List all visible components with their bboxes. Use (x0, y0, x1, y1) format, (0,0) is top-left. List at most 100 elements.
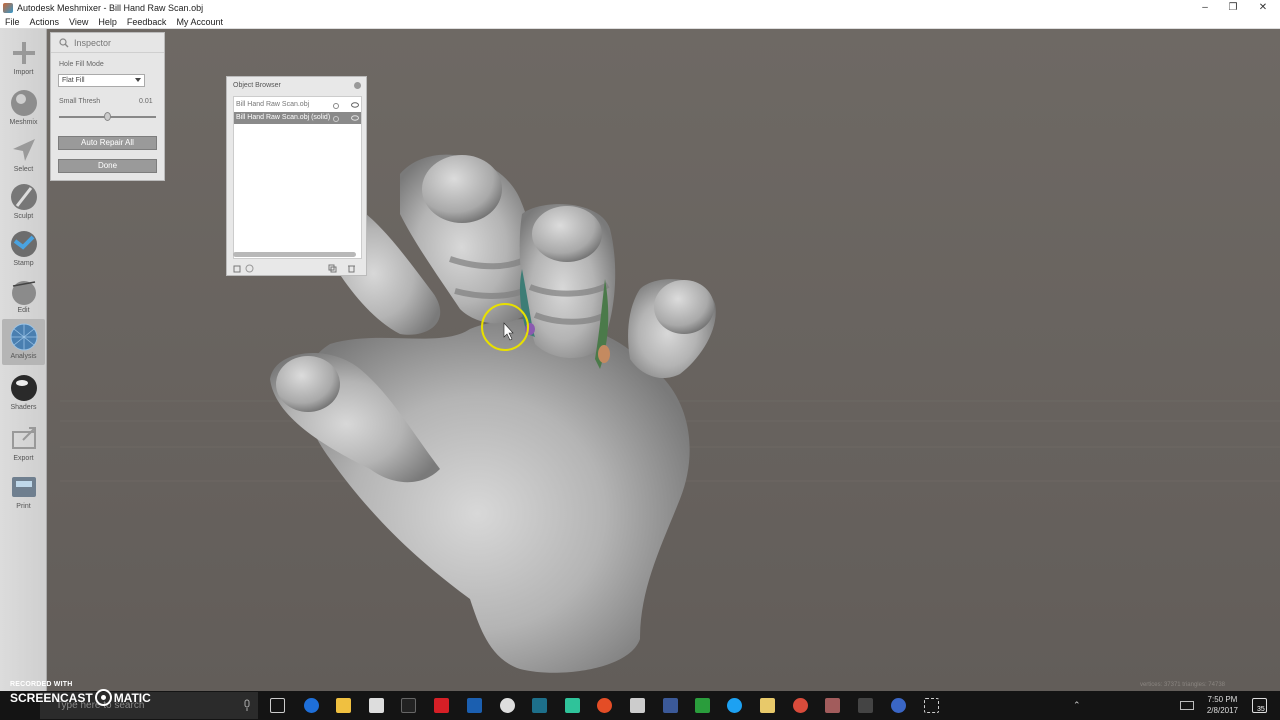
screencast-logo-icon (94, 689, 112, 706)
object-row[interactable]: Bill Hand Raw Scan.obj (234, 99, 361, 111)
tool-sculpt[interactable]: Sculpt (2, 179, 45, 225)
inspector-header: Inspector (51, 33, 164, 53)
tool-print-label: Print (16, 503, 31, 510)
object-browser-panel: Object Browser Bill Hand Raw Scan.obj Bi… (226, 76, 367, 276)
tool-select-label: Select (13, 166, 34, 173)
left-toolbar: Import Meshmix Select Sculpt Stamp Edit … (0, 29, 47, 691)
sculpt-brush-icon (10, 184, 37, 210)
menu-help[interactable]: Help (93, 17, 122, 27)
shaders-ball-icon (10, 375, 37, 401)
tool-import[interactable]: Import (2, 35, 45, 81)
dropbox-icon[interactable] (630, 698, 645, 713)
analysis-sphere-icon (10, 323, 37, 351)
object-name: Bill Hand Raw Scan.obj (236, 101, 310, 108)
meshmix-sphere-icon (10, 90, 37, 116)
auto-repair-all-button[interactable]: Auto Repair All (58, 136, 157, 150)
eye-icon[interactable] (351, 101, 359, 109)
trash-icon[interactable] (347, 264, 356, 273)
select-arrow-icon (12, 139, 35, 161)
hole-fill-mode-value: Flat Fill (62, 77, 85, 84)
brand-left: SCREENCAST (10, 690, 93, 705)
recorded-with-label: RECORDED WITH (10, 681, 73, 688)
task-view-icon[interactable] (270, 698, 285, 713)
app-icon[interactable] (793, 698, 808, 713)
app-icon[interactable] (891, 698, 906, 713)
app-icon[interactable] (695, 698, 710, 713)
facebook-icon[interactable] (663, 698, 678, 713)
edit-sphere-icon (11, 281, 36, 305)
tool-import-label: Import (13, 69, 34, 76)
app-icon[interactable] (532, 698, 547, 713)
chevron-down-icon (135, 78, 141, 82)
lock-icon[interactable] (332, 114, 340, 122)
meshmixer-logo-icon (3, 2, 13, 13)
tool-shaders[interactable]: Shaders (2, 370, 45, 416)
eye-icon[interactable] (351, 114, 359, 122)
menu-my-account[interactable]: My Account (171, 17, 228, 27)
tool-edit[interactable]: Edit (2, 273, 45, 319)
tool-sculpt-label: Sculpt (13, 213, 34, 220)
3d-viewport[interactable] (0, 29, 1280, 691)
plus-icon (12, 42, 35, 64)
hole-fill-mode-select[interactable]: Flat Fill (58, 74, 145, 87)
netflix-icon[interactable] (434, 698, 449, 713)
minimize-button[interactable]: – (1190, 0, 1220, 15)
tool-analysis-label: Analysis (10, 353, 37, 360)
app-icon[interactable] (565, 698, 580, 713)
chrome-icon[interactable] (597, 698, 612, 713)
tool-stamp[interactable]: Stamp (2, 226, 45, 272)
small-thresh-slider-thumb[interactable] (104, 112, 111, 121)
stamp-icon (10, 231, 37, 257)
menu-view[interactable]: View (64, 17, 93, 27)
app-icon[interactable] (467, 698, 482, 713)
taskbar-clock[interactable]: 7:50 PM 2/8/2017 (1207, 694, 1238, 716)
clock-date: 2/8/2017 (1206, 706, 1238, 715)
duplicate-icon[interactable] (328, 264, 337, 273)
mesh-stats: vertices: 37371 triangles: 74738 (1139, 682, 1225, 688)
inspector-panel: Inspector Hole Fill Mode Flat Fill Small… (50, 32, 165, 181)
twitter-icon[interactable] (727, 698, 742, 713)
amazon-icon[interactable] (401, 698, 416, 713)
xbox-icon[interactable] (500, 698, 515, 713)
file-explorer-icon[interactable] (336, 698, 351, 713)
menu-actions[interactable]: Actions (25, 17, 65, 27)
tool-select[interactable]: Select (2, 132, 45, 178)
done-button[interactable]: Done (58, 159, 157, 173)
object-row[interactable]: Bill Hand Raw Scan.obj (solid) (234, 112, 361, 124)
keyboard-icon[interactable] (1180, 701, 1194, 710)
tool-export[interactable]: Export (2, 421, 45, 467)
hole-fill-mode-label: Hole Fill Mode (59, 61, 104, 68)
notification-count: 35 (1257, 706, 1265, 713)
tool-analysis[interactable]: Analysis (2, 319, 45, 365)
circle-icon[interactable] (245, 264, 254, 273)
title-bar: Autodesk Meshmixer - Bill Hand Raw Scan.… (0, 0, 1280, 15)
close-button[interactable]: ✕ (1248, 0, 1278, 15)
chevron-up-icon[interactable]: ⌃ (1073, 700, 1081, 711)
object-list: Bill Hand Raw Scan.obj Bill Hand Raw Sca… (233, 96, 362, 259)
menu-bar: File Actions View Help Feedback My Accou… (0, 15, 1280, 29)
app-icon[interactable] (858, 698, 873, 713)
menu-file[interactable]: File (0, 17, 25, 27)
lock-icon[interactable] (332, 101, 340, 109)
menu-feedback[interactable]: Feedback (122, 17, 172, 27)
cube-icon[interactable] (233, 264, 242, 273)
meshmixer-taskbar-icon[interactable] (825, 698, 840, 713)
hand-model[interactable] (0, 29, 1280, 691)
object-browser-title: Object Browser (233, 82, 281, 89)
edge-browser-icon[interactable] (304, 698, 319, 713)
small-thresh-label: Small Thresh (59, 98, 101, 105)
close-icon[interactable] (354, 82, 361, 89)
tool-export-label: Export (13, 455, 34, 462)
clock-time: 7:50 PM (1207, 695, 1238, 704)
export-icon (11, 427, 36, 449)
snipping-tool-icon[interactable] (924, 698, 939, 713)
maximize-button[interactable]: ❐ (1218, 0, 1248, 15)
microphone-icon[interactable] (243, 699, 251, 712)
store-icon[interactable] (369, 698, 384, 713)
app-icon[interactable] (760, 698, 775, 713)
tool-meshmix[interactable]: Meshmix (2, 85, 45, 131)
tool-print[interactable]: Print (2, 469, 45, 515)
object-name: Bill Hand Raw Scan.obj (solid) (236, 114, 331, 121)
search-icon (59, 37, 69, 47)
object-list-scrollbar[interactable] (233, 252, 356, 257)
